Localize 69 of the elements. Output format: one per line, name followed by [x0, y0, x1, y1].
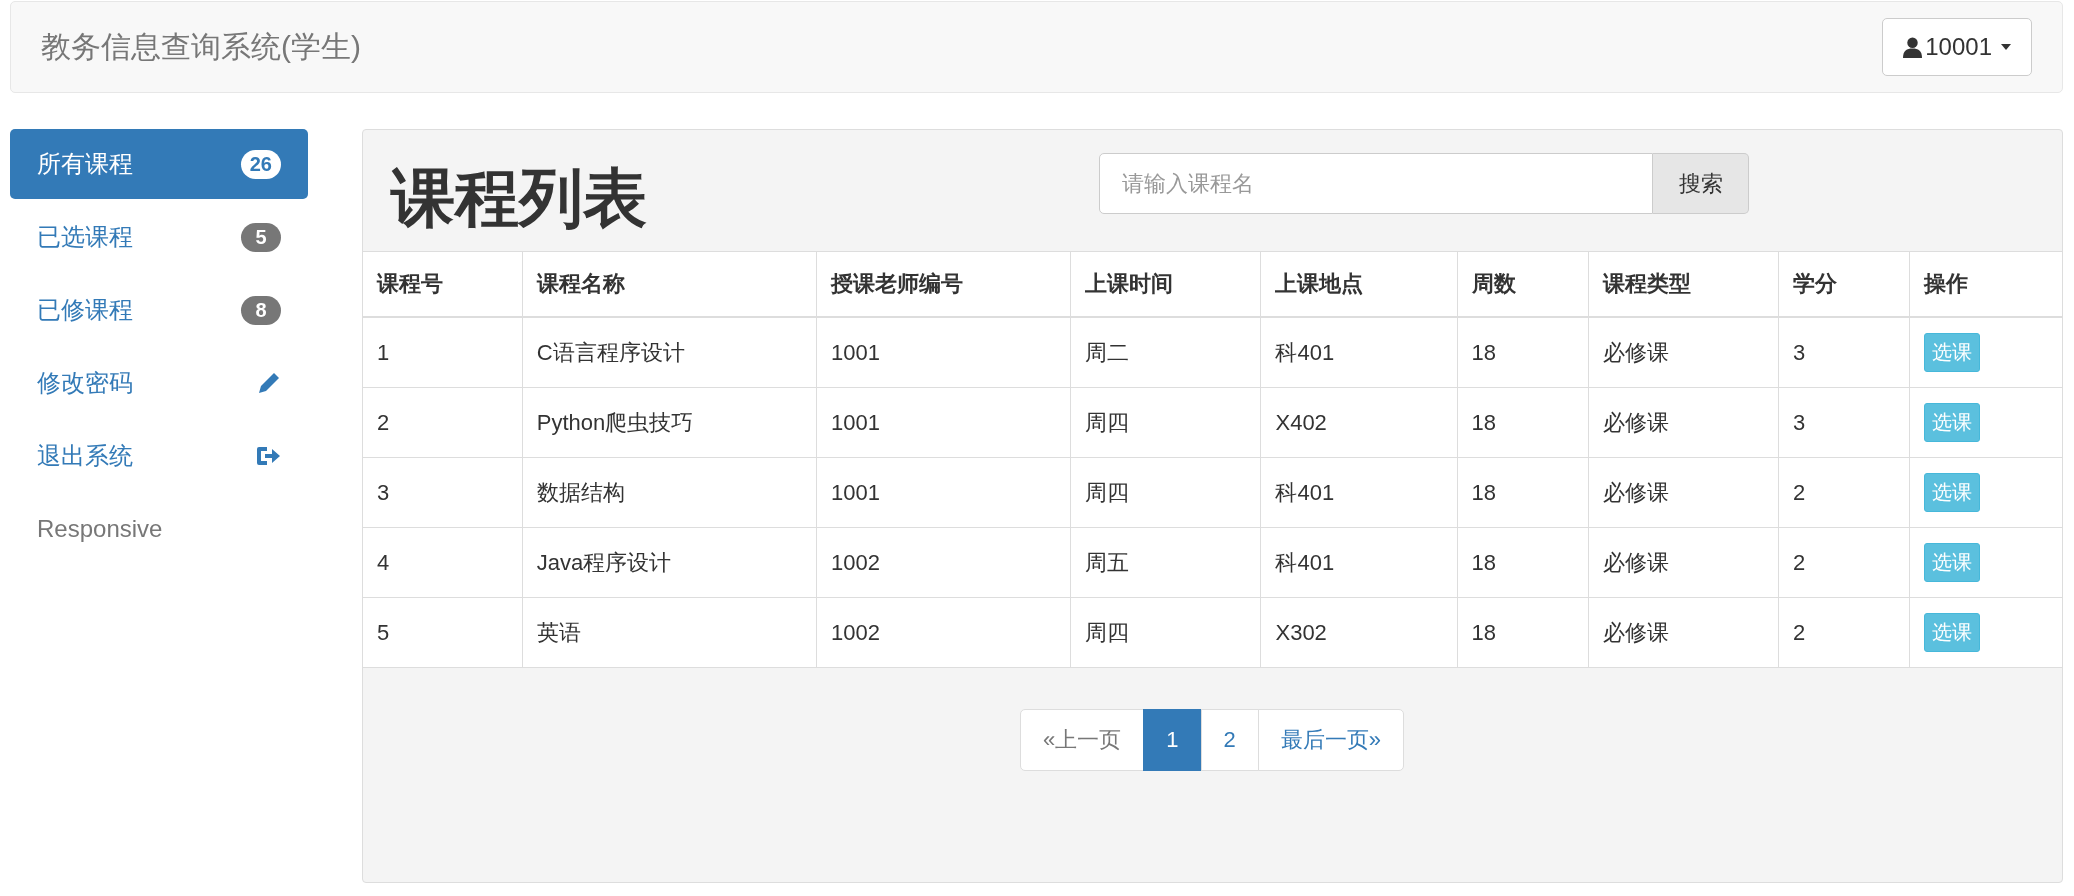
table-cell: 5: [363, 597, 523, 668]
table-cell: 18: [1457, 317, 1588, 388]
page-link[interactable]: 2: [1200, 709, 1259, 771]
sidebar-item[interactable]: 已修课程 8: [10, 275, 308, 345]
table-cell: 周四: [1070, 597, 1261, 668]
table-cell: 英语: [522, 597, 817, 668]
count-badge: 5: [241, 222, 281, 252]
table-cell: 18: [1457, 527, 1588, 598]
table-cell: 必修课: [1588, 457, 1779, 528]
table-cell: 1001: [816, 387, 1071, 458]
page-link[interactable]: 最后一页»: [1257, 709, 1404, 771]
search-button[interactable]: 搜索: [1653, 153, 1749, 214]
pencil-icon: [257, 371, 281, 395]
sidebar-item[interactable]: 退出系统: [10, 421, 308, 491]
column-header: 课程名称: [522, 251, 817, 317]
table-cell: 2: [363, 387, 523, 458]
caret-icon: [2001, 44, 2011, 50]
table-cell: 科401: [1260, 317, 1458, 388]
table-cell: 1002: [816, 527, 1071, 598]
table-cell: 周五: [1070, 527, 1261, 598]
logout-icon: [255, 445, 281, 467]
column-header: 课程类型: [1588, 251, 1779, 317]
table-cell: X302: [1260, 597, 1458, 668]
table-cell: 2: [1778, 597, 1910, 668]
table-cell: 2: [1778, 457, 1910, 528]
column-header: 上课时间: [1070, 251, 1261, 317]
column-header: 课程号: [363, 251, 523, 317]
column-header: 操作: [1909, 251, 2062, 317]
table-cell: 3: [1778, 387, 1910, 458]
table-cell: 科401: [1260, 527, 1458, 598]
table-cell: 必修课: [1588, 317, 1779, 388]
table-cell: 18: [1457, 387, 1588, 458]
page-heading: 课程列表: [391, 161, 648, 236]
column-header: 学分: [1778, 251, 1910, 317]
table-cell: 周四: [1070, 387, 1261, 458]
table-cell: 必修课: [1588, 387, 1779, 458]
user-menu-button[interactable]: 10001: [1882, 18, 2032, 76]
user-icon: [1903, 36, 1923, 58]
table-cell: 3: [363, 457, 523, 528]
table-cell: C语言程序设计: [522, 317, 817, 388]
table-cell: 必修课: [1588, 527, 1779, 598]
table-cell: X402: [1260, 387, 1458, 458]
table-cell: 科401: [1260, 457, 1458, 528]
table-cell: 1002: [816, 597, 1071, 668]
table-cell: 4: [363, 527, 523, 598]
sidebar-item[interactable]: 修改密码: [10, 348, 308, 418]
count-badge: 8: [241, 295, 281, 325]
page-link[interactable]: 1: [1143, 709, 1202, 771]
table-cell: 3: [1778, 317, 1910, 388]
table-cell: Java程序设计: [522, 527, 817, 598]
table-cell: 2: [1778, 527, 1910, 598]
table-cell: Python爬虫技巧: [522, 387, 817, 458]
table-cell: 18: [1457, 457, 1588, 528]
count-badge: 26: [240, 149, 281, 179]
table-cell: 周四: [1070, 457, 1261, 528]
table-cell: 1001: [816, 317, 1071, 388]
table-cell: 周二: [1070, 317, 1261, 388]
column-header: 授课老师编号: [816, 251, 1071, 317]
search-field[interactable]: 请输入课程名: [1099, 153, 1653, 214]
sidebar-item[interactable]: 所有课程 26: [10, 129, 308, 199]
table-cell: 1001: [816, 457, 1071, 528]
column-header: 周数: [1457, 251, 1588, 317]
table-cell: 数据结构: [522, 457, 817, 528]
table-cell: 必修课: [1588, 597, 1779, 668]
app-title: 教务信息查询系统(学生): [41, 28, 361, 65]
table-cell: 18: [1457, 597, 1588, 668]
column-header: 上课地点: [1260, 251, 1458, 317]
sidebar-item[interactable]: 已选课程 5: [10, 202, 308, 272]
table-cell: 1: [363, 317, 523, 388]
